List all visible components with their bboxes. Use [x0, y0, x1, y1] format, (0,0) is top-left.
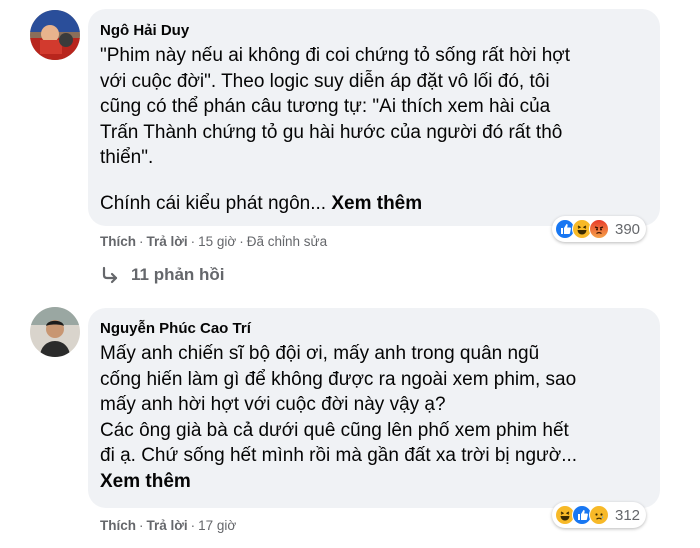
- comment-actions: Thích · Trả lời · 17 giờ: [100, 518, 237, 533]
- view-replies-button[interactable]: 11 phản hồi: [101, 265, 225, 285]
- avatar[interactable]: [30, 307, 80, 357]
- edited-label: Đã chỉnh sửa: [246, 234, 328, 249]
- reaction-count: 390: [615, 220, 641, 238]
- comment-line: với cuộc đời". Theo logic suy diễn áp đặ…: [100, 71, 550, 92]
- like-button[interactable]: Thích: [100, 234, 136, 249]
- reply-button[interactable]: Trả lời: [147, 234, 188, 249]
- replies-count: 11 phản hồi: [131, 265, 225, 284]
- reply-arrow-icon: [102, 266, 118, 284]
- like-button[interactable]: Thích: [100, 518, 136, 533]
- comment-actions: Thích · Trả lời · 15 giờ · Đã chỉnh sửa: [100, 234, 328, 249]
- reaction-summary[interactable]: 390: [552, 216, 647, 242]
- comment-line: mấy anh hời hợt với cuộc đời này vậy ạ?: [100, 394, 446, 415]
- sad-icon: [589, 505, 609, 525]
- comment-line: thiển".: [100, 147, 154, 168]
- comment-time[interactable]: 17 giờ: [198, 518, 236, 533]
- reaction-summary[interactable]: 312: [552, 502, 647, 528]
- avatar-photo: [30, 307, 80, 357]
- avatar[interactable]: [30, 10, 80, 60]
- comment-author[interactable]: Nguyễn Phúc Cao Trí: [100, 320, 251, 337]
- comment-line: Mấy anh chiến sĩ bộ đội ơi, mấy anh tron…: [100, 343, 540, 364]
- comment-line: "Phim này nếu ai không đi coi chứng tỏ s…: [100, 45, 571, 66]
- avatar-photo: [30, 10, 80, 60]
- comment-time[interactable]: 15 giờ: [198, 234, 236, 249]
- see-more-link[interactable]: Xem thêm: [331, 193, 422, 214]
- comment-line: Trấn Thành chứng tỏ gu hài hước của ngườ…: [100, 122, 563, 143]
- truncated-text: Chính cái kiểu phát ngôn...: [100, 193, 327, 214]
- comment-author[interactable]: Ngô Hải Duy: [100, 22, 189, 39]
- see-more-link[interactable]: Xem thêm: [100, 469, 191, 494]
- angry-icon: [589, 219, 609, 239]
- comment-line: đi ạ. Chứ sống hết mình rồi mà gần đất x…: [100, 445, 578, 466]
- comment-line: Các ông già bà cả dưới quê cũng lên phố …: [100, 420, 569, 441]
- comment-line-truncated: Chính cái kiểu phát ngôn... Xem thêm: [100, 191, 422, 216]
- comment-line: cũng có thể phán câu tương tự: "Ai thích…: [100, 96, 551, 117]
- reply-button[interactable]: Trả lời: [147, 518, 188, 533]
- reaction-count: 312: [615, 506, 641, 524]
- comment-line: cống hiến làm gì để không được ra ngoài …: [100, 369, 577, 390]
